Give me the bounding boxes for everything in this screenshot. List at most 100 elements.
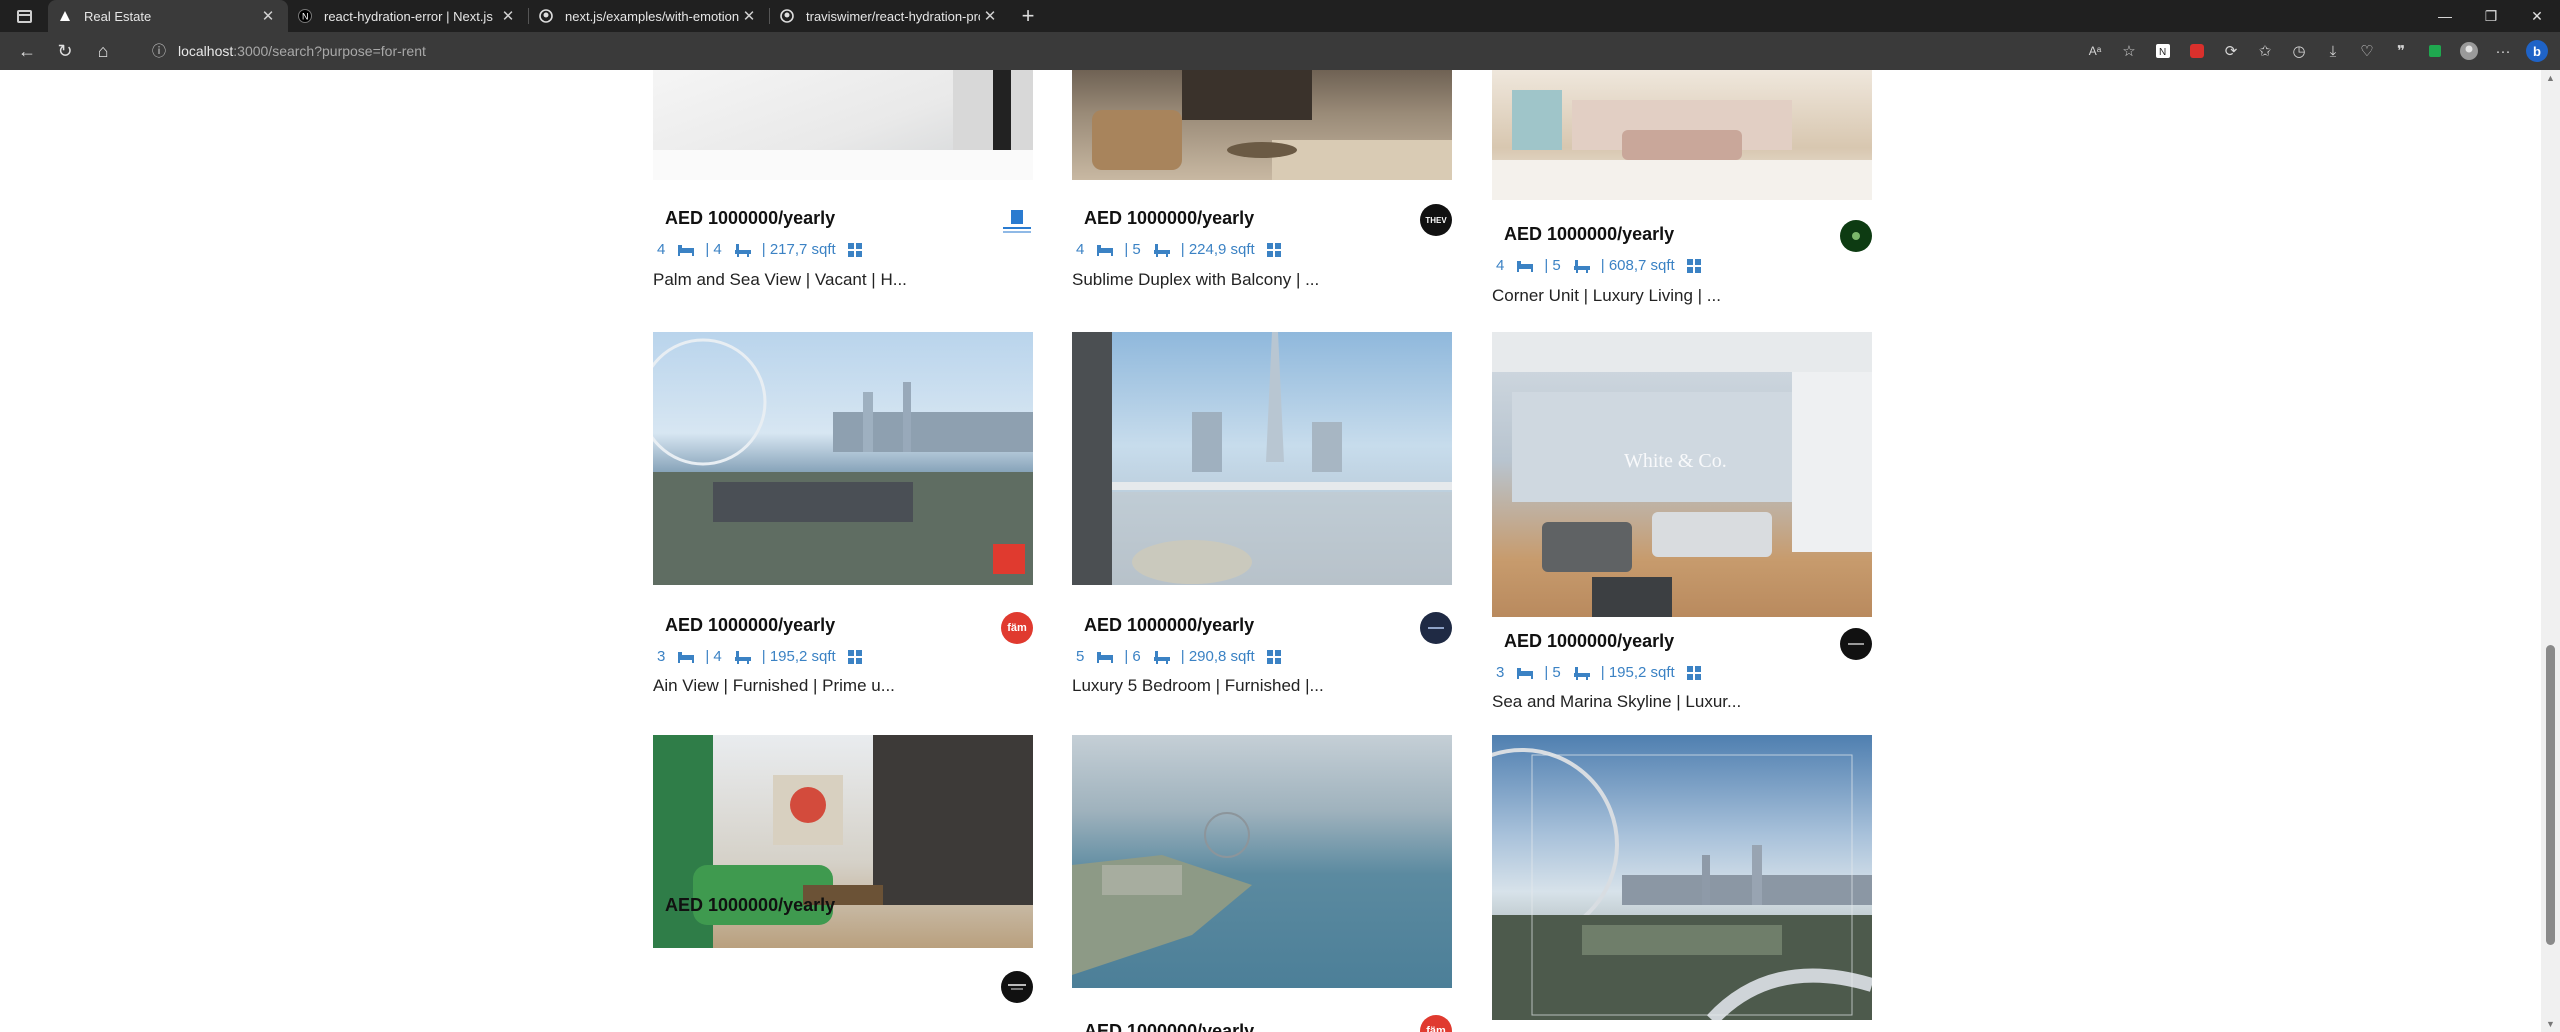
github-favicon-icon: [539, 9, 553, 23]
close-tab-icon[interactable]: ✕: [739, 7, 759, 25]
tab-strip: Real Estate ✕ N react-hydration-error | …: [0, 0, 2560, 32]
restore-icon[interactable]: ❐: [2468, 0, 2514, 32]
close-tab-icon[interactable]: ✕: [980, 7, 1000, 25]
extension-refresh-icon[interactable]: ⟳: [2214, 32, 2248, 70]
new-tab-button[interactable]: +: [1010, 0, 1046, 32]
triangle-favicon-icon: [58, 9, 72, 23]
history-icon[interactable]: ◷: [2282, 32, 2316, 70]
property-photo[interactable]: [653, 332, 1033, 585]
agency-logo-icon[interactable]: [1001, 971, 1033, 1003]
listing-title[interactable]: Luxury 5 Bedroom | Furnished |...: [1072, 676, 1324, 696]
listing-title[interactable]: Sea and Marina Skyline | Luxur...: [1492, 692, 1741, 712]
collections-icon[interactable]: [2418, 32, 2452, 70]
url-host: localhost: [178, 43, 234, 59]
url-text: localhost:3000/search?purpose=for-rent: [178, 43, 426, 59]
area-size: | 608,7 sqft: [1600, 257, 1675, 274]
toolbar-actions: Aᵃ ☆ N ⟳ ✩ ◷ ⤓ ♡ ❞ ··· b: [2078, 32, 2554, 70]
tab-react-hydration-error[interactable]: N react-hydration-error | Next.js ✕: [288, 0, 528, 32]
rooms-count: 3: [1496, 664, 1505, 681]
favorite-star-icon[interactable]: ☆: [2112, 32, 2146, 70]
property-photo[interactable]: [1072, 735, 1452, 988]
favorites-icon[interactable]: ✩: [2248, 32, 2282, 70]
bath-icon: [734, 243, 752, 257]
tab-traviswimer-repo[interactable]: traviswimer/react-hydration-pro ✕: [770, 0, 1010, 32]
rooms-count: 3: [657, 648, 666, 665]
property-photo[interactable]: [653, 70, 1033, 180]
property-photo[interactable]: [1492, 735, 1872, 1020]
tab-actions-menu[interactable]: [0, 0, 48, 32]
agency-logo-text: THEV: [1425, 215, 1447, 225]
quote-extension-icon[interactable]: ❞: [2384, 32, 2418, 70]
bed-icon: [1096, 651, 1114, 663]
listing-price: AED 1000000/yearly: [1504, 631, 1675, 651]
bath-icon: [1153, 243, 1171, 257]
address-bar[interactable]: ⓘ localhost:3000/search?purpose=for-rent: [152, 36, 2078, 66]
listing-title[interactable]: Palm and Sea View | Vacant | H...: [653, 270, 907, 290]
listing-meta: 4 | 5 | 224,9 sqft: [1076, 241, 1291, 258]
area-size: | 224,9 sqft: [1180, 241, 1255, 258]
browser-essentials-icon[interactable]: ♡: [2350, 32, 2384, 70]
rooms-count: 4: [1496, 257, 1505, 274]
listing-title[interactable]: Corner Unit | Luxury Living | ...: [1492, 286, 1721, 306]
baths-count: | 4: [705, 648, 722, 665]
settings-more-icon[interactable]: ···: [2486, 32, 2520, 70]
agency-logo-icon[interactable]: [1001, 206, 1033, 238]
agency-logo-icon[interactable]: [1840, 628, 1872, 660]
grid-area-icon: [1266, 242, 1281, 257]
property-photo[interactable]: White & Co.: [1492, 332, 1872, 617]
scrollbar-thumb[interactable]: [2546, 645, 2555, 945]
page-scrollbar[interactable]: ▲ ▼: [2541, 70, 2560, 1032]
minimize-icon[interactable]: —: [2422, 0, 2468, 32]
home-icon[interactable]: ⌂: [84, 32, 122, 70]
refresh-icon[interactable]: ↻: [46, 32, 84, 70]
grid-area-icon: [1686, 665, 1701, 680]
agency-logo-icon[interactable]: [1840, 220, 1872, 252]
agency-logo-icon[interactable]: THEV: [1420, 204, 1452, 236]
listing-price: AED 1000000/yearly: [1084, 1021, 1255, 1032]
close-window-icon[interactable]: ✕: [2514, 0, 2560, 32]
tab-title: traviswimer/react-hydration-pro: [806, 8, 980, 24]
baths-count: | 5: [1544, 664, 1561, 681]
extension-red-icon[interactable]: [2180, 32, 2214, 70]
area-size: | 195,2 sqft: [1600, 664, 1675, 681]
read-aloud-icon[interactable]: Aᵃ: [2078, 32, 2112, 70]
extension-n-icon[interactable]: N: [2146, 32, 2180, 70]
scroll-up-arrow-icon[interactable]: ▲: [2541, 70, 2560, 86]
back-arrow-icon[interactable]: ←: [8, 32, 46, 70]
listing-price: AED 1000000/yearly: [665, 208, 836, 228]
listing-price: AED 1000000/yearly: [665, 895, 836, 915]
tab-nextjs-examples[interactable]: next.js/examples/with-emotion a ✕: [529, 0, 769, 32]
listing-title[interactable]: Ain View | Furnished | Prime u...: [653, 676, 895, 696]
scroll-down-arrow-icon[interactable]: ▼: [2541, 1016, 2560, 1032]
site-info-icon[interactable]: ⓘ: [152, 41, 178, 61]
close-tab-icon[interactable]: ✕: [498, 7, 518, 25]
downloads-icon[interactable]: ⤓: [2316, 32, 2350, 70]
listing-title[interactable]: Sublime Duplex with Balcony | ...: [1072, 270, 1319, 290]
property-photo[interactable]: [1072, 332, 1452, 585]
grid-area-icon: [847, 649, 862, 664]
listing-meta: 3 | 5 | 195,2 sqft: [1496, 664, 1711, 681]
bing-copilot-icon[interactable]: b: [2520, 32, 2554, 70]
profile-avatar[interactable]: [2452, 32, 2486, 70]
listing-price: AED 1000000/yearly: [1084, 208, 1255, 228]
tab-title: next.js/examples/with-emotion a: [565, 8, 739, 24]
url-path: :3000/search?purpose=for-rent: [233, 43, 426, 59]
property-photo[interactable]: [653, 735, 1033, 948]
agency-logo-icon[interactable]: fäm: [1420, 1015, 1452, 1032]
bath-icon: [1573, 259, 1591, 273]
bath-icon: [734, 650, 752, 664]
bed-icon: [677, 244, 695, 256]
grid-area-icon: [1266, 649, 1281, 664]
svg-text:b: b: [2533, 44, 2541, 59]
tab-real-estate[interactable]: Real Estate ✕: [48, 0, 288, 32]
tab-actions-icon: [16, 9, 32, 23]
agency-logo-icon[interactable]: fäm: [1001, 612, 1033, 644]
area-size: | 195,2 sqft: [761, 648, 836, 665]
bath-icon: [1573, 666, 1591, 680]
bath-icon: [1153, 650, 1171, 664]
agency-logo-icon[interactable]: [1420, 612, 1452, 644]
rooms-count: 4: [657, 241, 666, 258]
property-photo[interactable]: [1492, 70, 1872, 200]
property-photo[interactable]: [1072, 70, 1452, 180]
close-tab-icon[interactable]: ✕: [258, 7, 278, 25]
